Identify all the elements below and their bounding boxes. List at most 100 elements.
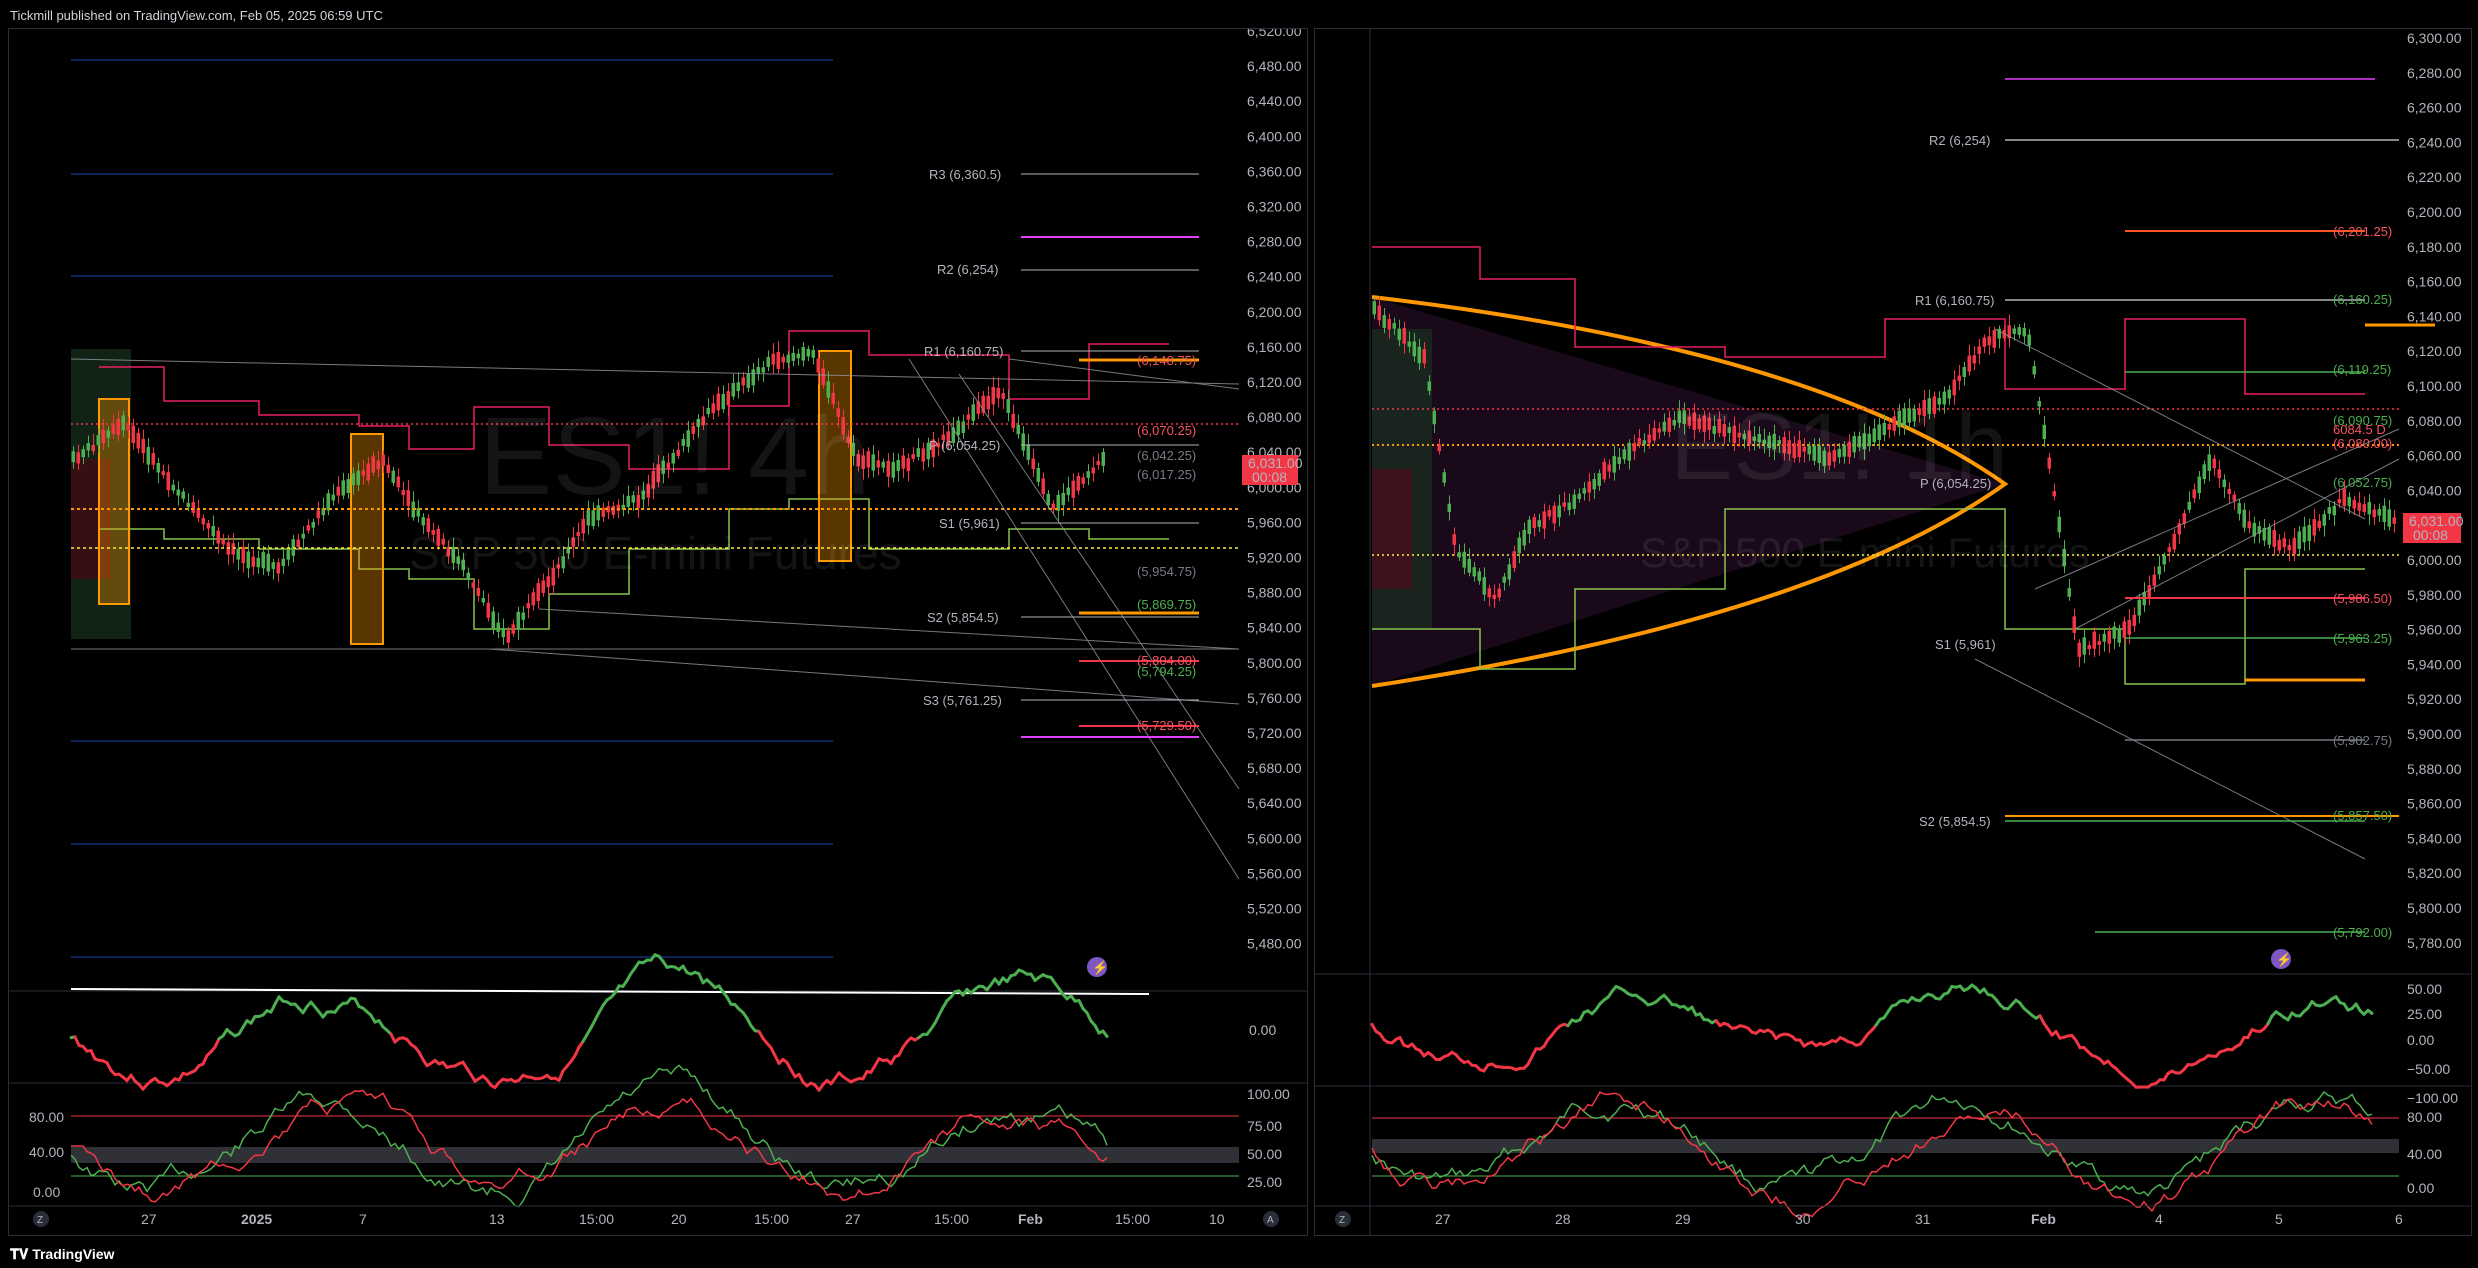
candle-body	[1091, 467, 1095, 474]
candle-body	[286, 550, 290, 560]
candle-body	[1662, 421, 1666, 432]
chart-pane-left[interactable]: ES1! 4h S&P 500 E-mini Futures R3 (6,360…	[8, 28, 1308, 1236]
candle-body	[2147, 585, 2151, 599]
candle-body	[156, 462, 160, 473]
candle-body	[511, 624, 515, 634]
candle-body	[2292, 537, 2296, 555]
candle-body	[1497, 588, 1501, 598]
time-axis-label: 27	[845, 1211, 861, 1227]
candle-body	[2097, 640, 2101, 645]
time-axis-label: 29	[1675, 1211, 1691, 1227]
candle-body	[2377, 508, 2381, 516]
osc-segment	[1101, 1029, 1109, 1038]
candle-body	[896, 459, 900, 472]
candle-body	[2087, 645, 2091, 650]
candle-body	[746, 374, 750, 388]
level-label: (6,148.75)	[1137, 353, 1196, 368]
candle-body	[2337, 499, 2341, 504]
candle-body	[1977, 346, 1981, 355]
price-axis-label: 6,120.00	[1247, 374, 1302, 390]
pivot-label: R2 (6,254)	[1929, 133, 1990, 148]
lightning-icon[interactable]: ⚡	[2271, 949, 2292, 969]
candle-body	[2197, 476, 2201, 494]
price-axis-label: 5,800.00	[2407, 900, 2462, 916]
level-label: (5,857.50)	[2333, 808, 2392, 823]
level-label: (6,160.25)	[2333, 292, 2392, 307]
candle-body	[876, 460, 880, 468]
time-axis-label: 15:00	[754, 1211, 789, 1227]
candle-body	[2077, 642, 2081, 657]
candle-body	[71, 451, 75, 463]
candle-body	[261, 551, 265, 569]
candle-body	[526, 602, 530, 609]
candle-body	[1372, 301, 1376, 315]
price-axis-label: 5,880.00	[1247, 585, 1302, 601]
candle-body	[536, 583, 540, 602]
price-axis-label: 5,520.00	[1247, 901, 1302, 917]
time-axis-label: 31	[1915, 1211, 1931, 1227]
candle-body	[481, 598, 485, 603]
candle-body	[1457, 552, 1461, 558]
pivot-label: S2 (5,854.5)	[1919, 814, 1991, 829]
osc-segment	[2366, 1008, 2374, 1015]
pivot-label: S2 (5,854.5)	[927, 610, 999, 625]
candle-body	[121, 415, 125, 431]
candle-body	[396, 476, 400, 488]
price-axis-label: 6,480.00	[1247, 58, 1302, 74]
candle-body	[311, 522, 315, 528]
candle-body	[2247, 521, 2251, 529]
candle-body	[186, 502, 190, 508]
candle-body	[326, 493, 330, 511]
price-axis-label: 6,440.00	[1247, 93, 1302, 109]
time-axis-label: 15:00	[579, 1211, 614, 1227]
price-axis-label: 6,060.00	[2407, 448, 2462, 464]
candle-body	[2272, 530, 2276, 547]
pivot-label: P (6,054.25)	[929, 438, 1000, 453]
candle-body	[2072, 616, 2076, 633]
candle-body	[301, 533, 305, 539]
osc2-axis-label: 80.00	[2407, 1109, 2442, 1125]
price-axis-label: 5,760.00	[1247, 690, 1302, 706]
tradingview-brand[interactable]: 𝐓𝐕 TradingView	[10, 1246, 114, 1263]
candle-body	[2107, 631, 2111, 644]
current-price-badge: 6,031.00 00:08	[2403, 513, 2464, 543]
candle-body	[901, 455, 905, 469]
level-label: (5,902.75)	[2333, 733, 2392, 748]
osc1-axis-label: 50.00	[2407, 981, 2442, 997]
time-axis-label: 27	[141, 1211, 157, 1227]
candle-body	[2237, 503, 2241, 514]
svg-text:A: A	[1267, 1215, 1274, 1226]
lightning-icon[interactable]: ⚡	[1087, 957, 1108, 977]
price-axis-label: 6,220.00	[2407, 169, 2462, 185]
candle-body	[1972, 355, 1976, 364]
candle-body	[1006, 399, 1010, 414]
candle-body	[1487, 588, 1491, 598]
time-axis-label: 10	[1209, 1211, 1225, 1227]
candle-body	[776, 351, 780, 369]
candle-body	[211, 525, 215, 537]
a-button[interactable]: A	[1263, 1211, 1279, 1227]
candle-body	[816, 358, 820, 373]
candle-body	[486, 602, 490, 618]
candle-body	[1066, 487, 1070, 496]
candle-body	[171, 484, 175, 491]
candle-body	[541, 580, 545, 593]
chart-pane-right[interactable]: ES1! 1h S&P 500 E-mini Futures R2 (6,254…	[1314, 28, 2472, 1236]
chart-canvas-left[interactable]: ES1! 4h S&P 500 E-mini Futures R3 (6,360…	[9, 29, 1307, 1235]
svg-text:⚡: ⚡	[1092, 960, 1108, 976]
level-label: (5,869.75)	[1137, 597, 1196, 612]
candle-body	[1447, 503, 1451, 513]
candle-body	[106, 430, 110, 438]
z-button[interactable]: Z	[33, 1211, 49, 1227]
candle-body	[1492, 594, 1496, 599]
candle-body	[961, 421, 965, 434]
z-button[interactable]: Z	[1335, 1211, 1351, 1227]
chart-canvas-right[interactable]: ES1! 1h S&P 500 E-mini Futures R2 (6,254…	[1315, 29, 2471, 1235]
candle-body	[1532, 517, 1536, 528]
candle-body	[146, 447, 150, 465]
candle-body	[351, 473, 355, 486]
candle-body	[1036, 467, 1040, 482]
candle-body	[1537, 520, 1541, 527]
candle-body	[736, 382, 740, 392]
candle-body	[1392, 323, 1396, 329]
